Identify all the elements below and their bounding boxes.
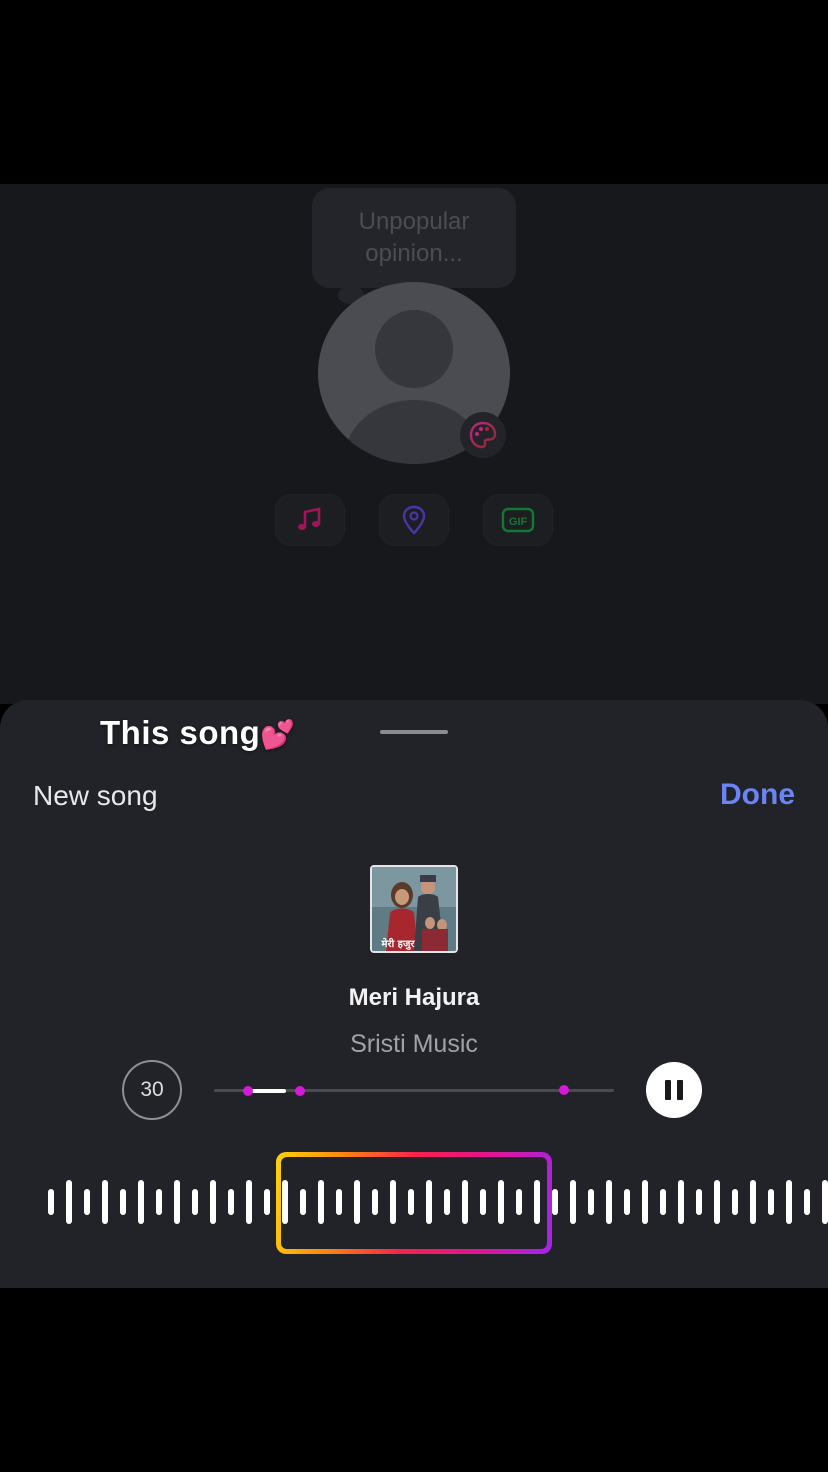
avatar-head (375, 310, 453, 388)
new-song-button[interactable]: New song (33, 780, 158, 812)
clip-duration-button[interactable]: 30 (122, 1060, 182, 1120)
clip-selection-frame[interactable] (276, 1152, 552, 1254)
caption-label: This song (100, 714, 261, 751)
song-title: Meri Hajura (348, 984, 480, 1011)
gif-icon: GIF (501, 507, 535, 533)
location-pin-icon (402, 505, 426, 535)
song-artist: Sristi Music (350, 1030, 478, 1058)
music-chip[interactable] (275, 494, 345, 546)
range-start-marker (243, 1086, 253, 1096)
album-art: मेरी हजुर (370, 865, 458, 953)
pause-button[interactable] (646, 1062, 702, 1118)
svg-text:GIF: GIF (509, 516, 528, 528)
lyric-marker (559, 1085, 569, 1095)
caption-emoji: 💕 (260, 719, 296, 750)
location-chip[interactable] (379, 494, 449, 546)
selected-range-indicator (248, 1089, 286, 1093)
sheet-grabber[interactable] (380, 730, 448, 734)
note-bubble[interactable]: Unpopular opinion... (312, 188, 516, 288)
range-end-marker (295, 1086, 305, 1096)
pause-icon (662, 1080, 686, 1100)
bottom-letterbox (0, 1288, 828, 1472)
note-composer-background: Unpopular opinion... GIF (0, 184, 828, 704)
gif-chip[interactable]: GIF (483, 494, 553, 546)
caption-text: This song💕 (100, 714, 296, 752)
palette-button[interactable] (460, 412, 506, 458)
top-letterbox (0, 0, 828, 184)
palette-icon (469, 421, 497, 449)
music-note-icon (298, 507, 321, 530)
done-button[interactable]: Done (720, 778, 795, 812)
note-placeholder: Unpopular opinion... (358, 208, 470, 267)
svg-text:मेरी हजुर: मेरी हजुर (381, 937, 416, 950)
